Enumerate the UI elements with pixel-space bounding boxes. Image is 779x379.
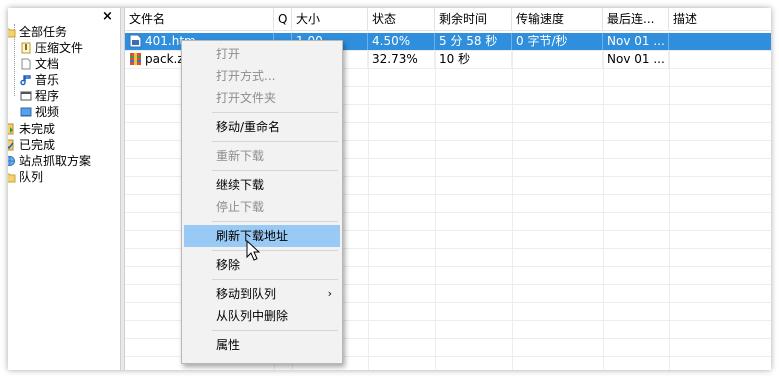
download-manager-window: × 全部任务 压缩文件 文档 音乐 程序 视频 未完成 已完成 站点抓取方案 队… xyxy=(8,8,771,370)
tree-item-label: 程序 xyxy=(35,89,60,103)
tree-item-label: 压缩文件 xyxy=(35,41,84,55)
cell-speed xyxy=(512,51,603,68)
category-tree: × 全部任务 压缩文件 文档 音乐 程序 视频 未完成 已完成 站点抓取方案 队… xyxy=(8,8,120,370)
menu-separator xyxy=(212,141,338,142)
html-file-icon xyxy=(129,34,142,48)
menu-item-move-to-queue[interactable]: 移动到队列 › xyxy=(184,283,340,305)
column-header-q[interactable]: Q xyxy=(274,8,292,30)
menu-item-remove[interactable]: 移除 xyxy=(184,254,340,276)
tree-item-videos[interactable]: 视频 xyxy=(20,104,59,120)
tree-item-site-grab[interactable]: 站点抓取方案 xyxy=(8,153,91,169)
tree-item-label: 文档 xyxy=(35,57,60,71)
tree-item-label: 音乐 xyxy=(35,73,60,87)
menu-separator xyxy=(212,221,338,222)
menu-item-open-folder[interactable]: 打开文件夹 xyxy=(184,87,340,109)
tree-item-label: 视频 xyxy=(35,105,60,119)
close-tree-button[interactable]: × xyxy=(102,10,113,24)
queue-folder-icon xyxy=(8,171,16,183)
grid-column-line xyxy=(435,30,436,370)
tree-item-label: 站点抓取方案 xyxy=(19,154,92,168)
menu-item-remove-from-queue[interactable]: 从队列中删除 xyxy=(184,305,340,327)
menu-separator xyxy=(212,170,338,171)
cell-status: 32.73% xyxy=(368,51,435,68)
menu-separator xyxy=(212,279,338,280)
menu-item-refresh-address[interactable]: 刷新下载地址 xyxy=(184,225,340,247)
tree-item-label: 队列 xyxy=(19,170,44,184)
menu-item-open[interactable]: 打开 xyxy=(184,43,340,65)
tree-item-label: 已完成 xyxy=(19,138,56,152)
column-header-remaining[interactable]: 剩余时间 xyxy=(435,8,512,30)
tree-item-documents[interactable]: 文档 xyxy=(20,56,59,72)
tree-item-completed[interactable]: 已完成 xyxy=(8,137,55,153)
column-header-filename[interactable]: 文件名 xyxy=(125,8,274,30)
cell-last-connection: Nov 01 ... xyxy=(603,33,669,50)
cell-last-connection: Nov 01 ... xyxy=(603,51,669,68)
column-header-bar: 文件名 Q 大小 状态 剩余时间 传输速度 最后连... 描述 xyxy=(125,8,771,31)
menu-item-open-with[interactable]: 打开方式... xyxy=(184,65,340,87)
tree-item-incomplete[interactable]: 未完成 xyxy=(8,121,55,137)
site-grab-icon xyxy=(8,155,16,167)
music-icon xyxy=(20,74,32,86)
menu-item-properties[interactable]: 属性 xyxy=(184,334,340,356)
cell-speed: 0 字节/秒 xyxy=(512,33,603,50)
tree-item-queue[interactable]: 队列 xyxy=(8,169,43,185)
menu-item-label: 移动到队列 xyxy=(216,287,277,301)
column-header-status[interactable]: 状态 xyxy=(368,8,435,30)
tree-item-label: 未完成 xyxy=(19,122,56,136)
folder-open-icon xyxy=(8,26,16,38)
video-icon xyxy=(20,106,32,118)
completed-icon xyxy=(8,139,16,151)
grid-column-line xyxy=(368,30,369,370)
tree-item-programs[interactable]: 程序 xyxy=(20,88,59,104)
menu-separator xyxy=(212,250,338,251)
menu-item-move-rename[interactable]: 移动/重命名 xyxy=(184,116,340,138)
cell-remaining: 5 分 58 秒 xyxy=(435,33,512,50)
menu-item-redownload[interactable]: 重新下载 xyxy=(184,145,340,167)
mouse-pointer-icon xyxy=(246,239,261,265)
column-header-speed[interactable]: 传输速度 xyxy=(512,8,603,30)
menu-separator xyxy=(212,330,338,331)
grid-column-line xyxy=(603,30,604,370)
incomplete-icon xyxy=(8,123,16,135)
cell-status: 4.50% xyxy=(368,33,435,50)
grid-column-line xyxy=(512,30,513,370)
menu-item-resume-download[interactable]: 继续下载 xyxy=(184,174,340,196)
cell-description xyxy=(669,33,771,50)
menu-item-stop-download[interactable]: 停止下载 xyxy=(184,196,340,218)
document-icon xyxy=(20,58,32,70)
tree-item-music[interactable]: 音乐 xyxy=(20,72,59,88)
grid-column-line xyxy=(669,30,670,370)
archive-icon xyxy=(20,42,32,54)
column-header-last-connection[interactable]: 最后连... xyxy=(603,8,669,30)
zip-file-icon xyxy=(129,52,142,66)
cell-description xyxy=(669,51,771,68)
tree-item-all-tasks[interactable]: 全部任务 xyxy=(8,24,67,40)
context-menu: 打开 打开方式... 打开文件夹 移动/重命名 重新下载 继续下载 停止下载 刷… xyxy=(181,40,343,364)
submenu-arrow-icon: › xyxy=(327,287,332,300)
program-window-icon xyxy=(20,90,32,102)
column-header-description[interactable]: 描述 xyxy=(669,8,771,30)
cell-remaining: 10 秒 xyxy=(435,51,512,68)
column-header-size[interactable]: 大小 xyxy=(292,8,368,30)
tree-item-archives[interactable]: 压缩文件 xyxy=(20,40,83,56)
tree-item-label: 全部任务 xyxy=(19,25,68,39)
menu-separator xyxy=(212,112,338,113)
